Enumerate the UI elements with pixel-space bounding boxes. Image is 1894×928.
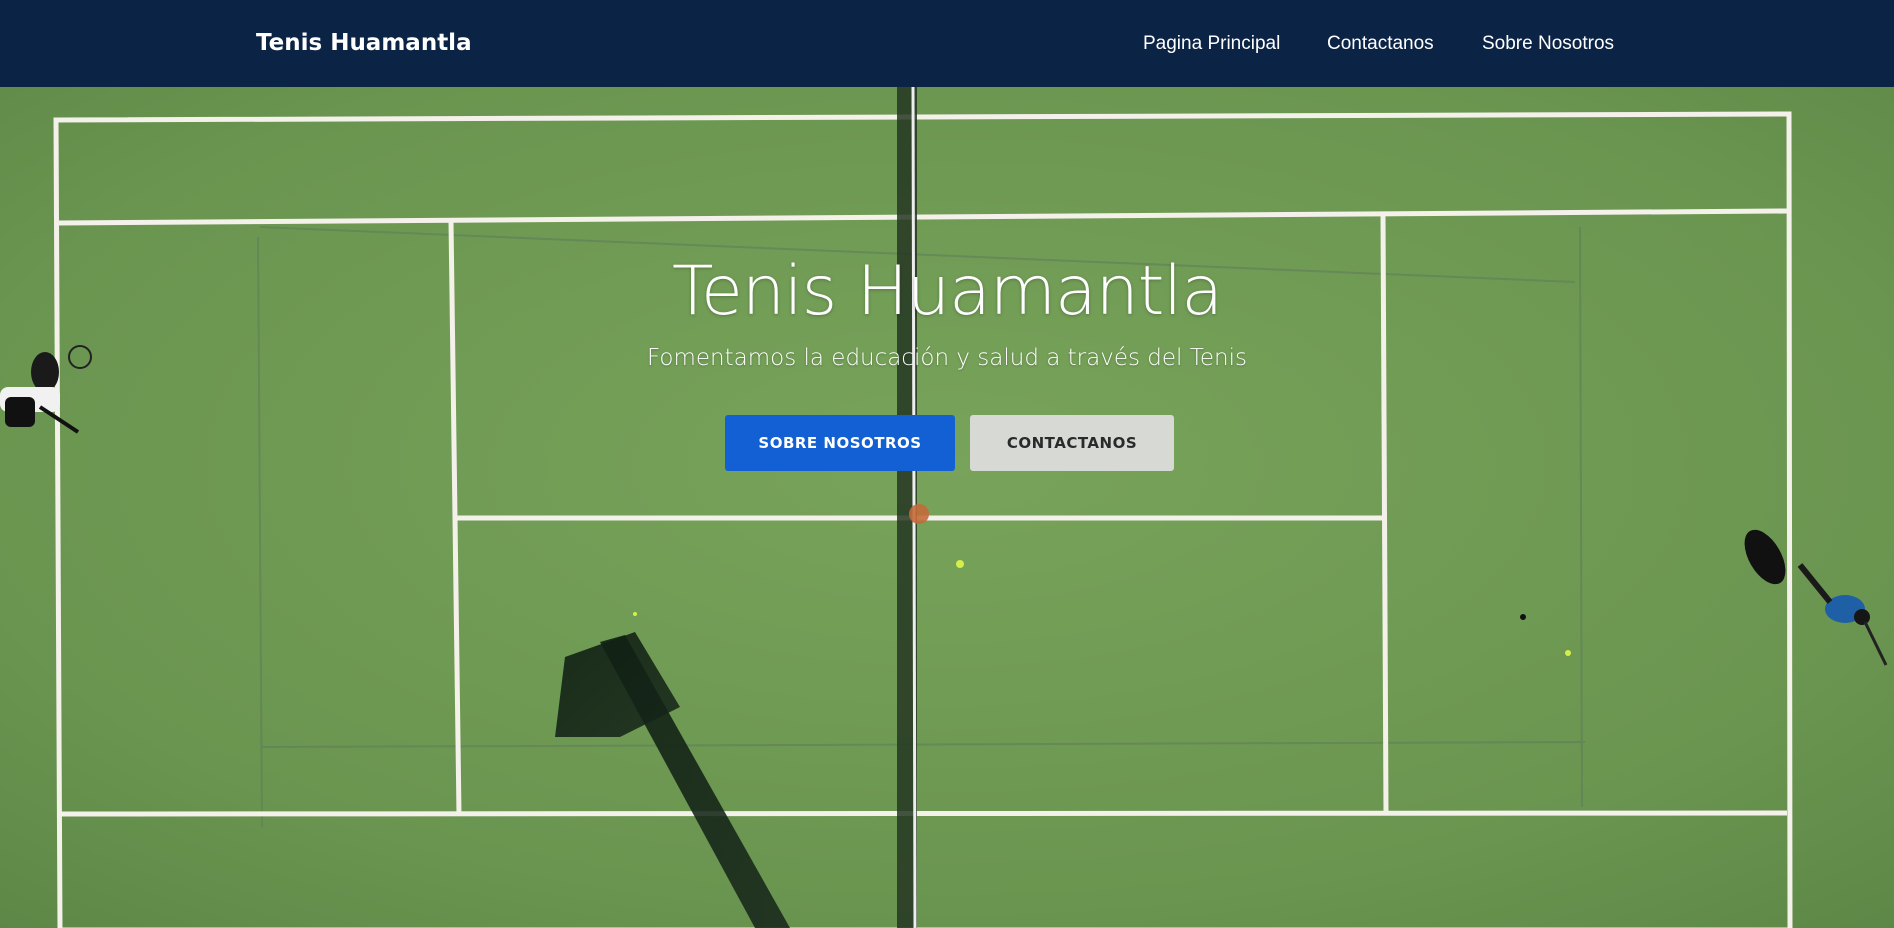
navbar: Tenis Huamantla Pagina Principal Contact… [0, 0, 1894, 87]
nav-link-about[interactable]: Sobre Nosotros [1482, 33, 1614, 55]
hero-title: Tenis Huamantla [672, 252, 1223, 331]
brand-logo-link[interactable]: Tenis Huamantla [256, 30, 472, 56]
hero-content: Tenis Huamantla Fomentamos la educación … [0, 87, 1894, 928]
contact-us-button[interactable]: CONTACTANOS [970, 415, 1174, 471]
nav-link-home[interactable]: Pagina Principal [1143, 33, 1280, 55]
about-us-button[interactable]: SOBRE NOSOTROS [725, 415, 955, 471]
hero-subtitle: Fomentamos la educación y salud a través… [647, 345, 1247, 371]
nav-link-contact[interactable]: Contactanos [1327, 33, 1434, 55]
hero-section: Tenis Huamantla Fomentamos la educación … [0, 87, 1894, 928]
